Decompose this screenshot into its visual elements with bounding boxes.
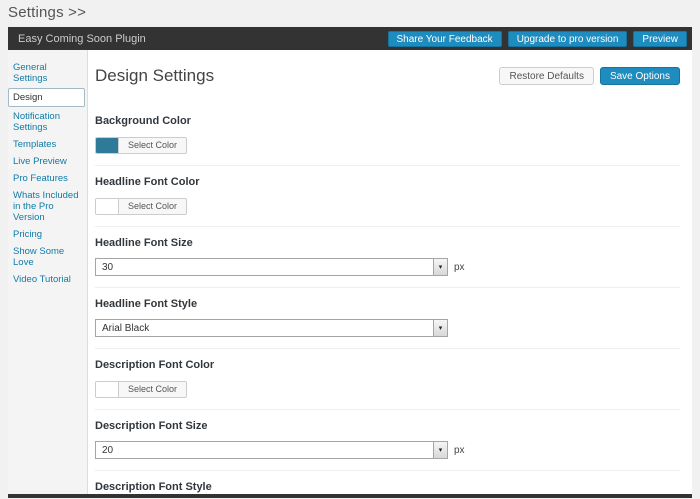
settings-sidebar: General Settings Design Notification Set…	[8, 50, 88, 494]
headline-font-size-row: 30 ▾ px	[95, 258, 680, 276]
background-color-label: Background Color	[95, 115, 191, 127]
upgrade-pro-button[interactable]: Upgrade to pro version	[507, 30, 628, 47]
description-font-style-label: Description Font Style	[95, 481, 212, 493]
select-value: 30	[102, 261, 114, 273]
dropdown-caret-icon: ▾	[433, 320, 447, 336]
content-body: General Settings Design Notification Set…	[8, 50, 692, 494]
headline-font-size-label: Headline Font Size	[95, 237, 193, 249]
headline-font-color-picker[interactable]: Select Color	[95, 197, 188, 215]
preview-button[interactable]: Preview	[633, 30, 687, 47]
panel-header: Design Settings Restore Defaults Save Op…	[95, 65, 680, 87]
headline-font-color-row: Select Color	[95, 197, 680, 215]
headline-font-size-select[interactable]: 30 ▾	[95, 258, 448, 276]
px-suffix: px	[454, 444, 465, 456]
sidebar-item-templates[interactable]: Templates	[8, 136, 87, 153]
select-color-label: Select Color	[128, 201, 178, 211]
headline-font-style-label: Headline Font Style	[95, 298, 198, 310]
section-divider	[95, 470, 680, 471]
headline-font-style-row: Arial Black ▾	[95, 319, 680, 337]
share-feedback-button[interactable]: Share Your Feedback	[387, 30, 502, 47]
select-color-label: Select Color	[128, 384, 178, 394]
sidebar-item-pricing[interactable]: Pricing	[8, 226, 87, 243]
description-font-size-row: 20 ▾ px	[95, 441, 680, 459]
select-value: Arial Black	[102, 322, 150, 334]
select-color-label: Select Color	[128, 140, 178, 150]
dropdown-caret-icon: ▾	[433, 259, 447, 275]
background-color-picker[interactable]: Select Color	[95, 136, 188, 154]
headline-font-color-label: Headline Font Color	[95, 176, 200, 188]
color-swatch	[96, 198, 119, 214]
plugin-footer-bar	[8, 494, 692, 498]
description-font-size-select[interactable]: 20 ▾	[95, 441, 448, 459]
section-divider	[95, 226, 680, 227]
plugin-title: Easy Coming Soon Plugin	[18, 32, 146, 45]
plugin-header-bar: Easy Coming Soon Plugin Share Your Feedb…	[8, 27, 692, 50]
sidebar-item-pro-features[interactable]: Pro Features	[8, 170, 87, 187]
sidebar-item-video-tutorial[interactable]: Video Tutorial	[8, 271, 87, 288]
sidebar-item-live-preview[interactable]: Live Preview	[8, 153, 87, 170]
section-divider	[95, 165, 680, 166]
design-settings-panel: Design Settings Restore Defaults Save Op…	[88, 50, 692, 494]
save-options-button[interactable]: Save Options	[599, 67, 680, 85]
sidebar-item-design[interactable]: Design	[8, 88, 85, 107]
background-color-row: Select Color	[95, 136, 680, 154]
select-value: 20	[102, 444, 114, 456]
description-font-color-label: Description Font Color	[95, 359, 215, 371]
sidebar-item-whats-included[interactable]: Whats Included in the Pro Version	[8, 187, 87, 226]
px-suffix: px	[454, 261, 465, 273]
description-font-color-row: Select Color	[95, 380, 680, 398]
sidebar-item-notification-settings[interactable]: Notification Settings	[8, 108, 87, 136]
section-divider	[95, 348, 680, 349]
restore-defaults-button[interactable]: Restore Defaults	[499, 67, 594, 85]
color-swatch	[96, 381, 119, 397]
section-divider	[95, 287, 680, 288]
sidebar-item-show-some-love[interactable]: Show Some Love	[8, 243, 87, 271]
dropdown-caret-icon: ▾	[433, 442, 447, 458]
sidebar-item-general-settings[interactable]: General Settings	[8, 59, 87, 87]
headline-font-style-select[interactable]: Arial Black ▾	[95, 319, 448, 337]
page-title: Settings >>	[8, 4, 87, 21]
section-divider	[95, 409, 680, 410]
description-font-size-label: Description Font Size	[95, 420, 208, 432]
description-font-color-picker[interactable]: Select Color	[95, 380, 188, 398]
color-swatch	[96, 137, 119, 153]
panel-title: Design Settings	[95, 66, 215, 85]
plugin-container: Easy Coming Soon Plugin Share Your Feedb…	[8, 27, 692, 498]
